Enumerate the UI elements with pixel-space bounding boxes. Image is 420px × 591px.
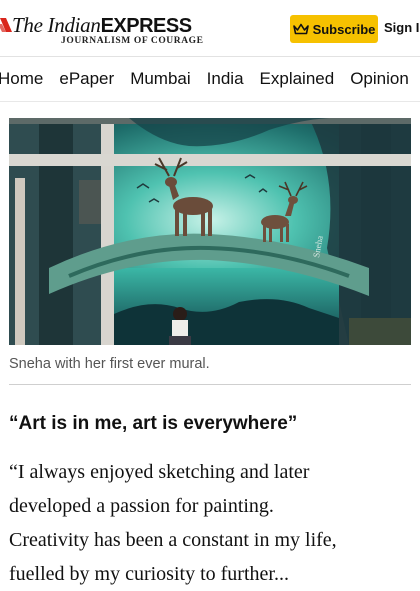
article-subheading: “Art is in me, art is everywhere” xyxy=(9,413,298,434)
crown-icon xyxy=(292,23,309,35)
subscribe-label: Subscribe xyxy=(312,21,376,37)
main-nav: Home ePaper Mumbai India Explained Opinion xyxy=(0,57,420,102)
nav-item-epaper[interactable]: ePaper xyxy=(59,69,114,89)
logo-tagline: JOURNALISM OF COURAGE xyxy=(61,36,204,46)
nav-item-india[interactable]: India xyxy=(207,69,244,89)
body-line: developed a passion for painting. xyxy=(9,495,274,517)
article-body: “I always enjoyed sketching and later de… xyxy=(9,455,419,591)
body-line: “I always enjoyed sketching and later xyxy=(9,461,310,483)
subscribe-button[interactable]: Subscribe xyxy=(290,15,378,43)
logo-wordmark: The IndianEXPRESS xyxy=(12,13,192,37)
nav-item-home[interactable]: Home xyxy=(0,69,43,89)
nav-item-opinion[interactable]: Opinion xyxy=(350,69,409,89)
mural-image: Sneha xyxy=(9,118,411,345)
photo-caption: Sneha with her first ever mural. xyxy=(9,356,210,372)
site-logo[interactable]: The IndianEXPRESS JOURNALISM OF COURAGE xyxy=(0,10,203,50)
nav-item-explained[interactable]: Explained xyxy=(260,69,335,89)
caption-divider xyxy=(9,384,411,385)
nav-item-mumbai[interactable]: Mumbai xyxy=(130,69,190,89)
article-photo: Sneha xyxy=(9,118,411,345)
signin-link[interactable]: Sign In xyxy=(384,20,420,35)
body-line: fuelled by my curiosity to further... xyxy=(9,563,289,585)
site-header: The IndianEXPRESS JOURNALISM OF COURAGE … xyxy=(0,0,420,57)
body-line: Creativity has been a constant in my lif… xyxy=(9,529,337,551)
